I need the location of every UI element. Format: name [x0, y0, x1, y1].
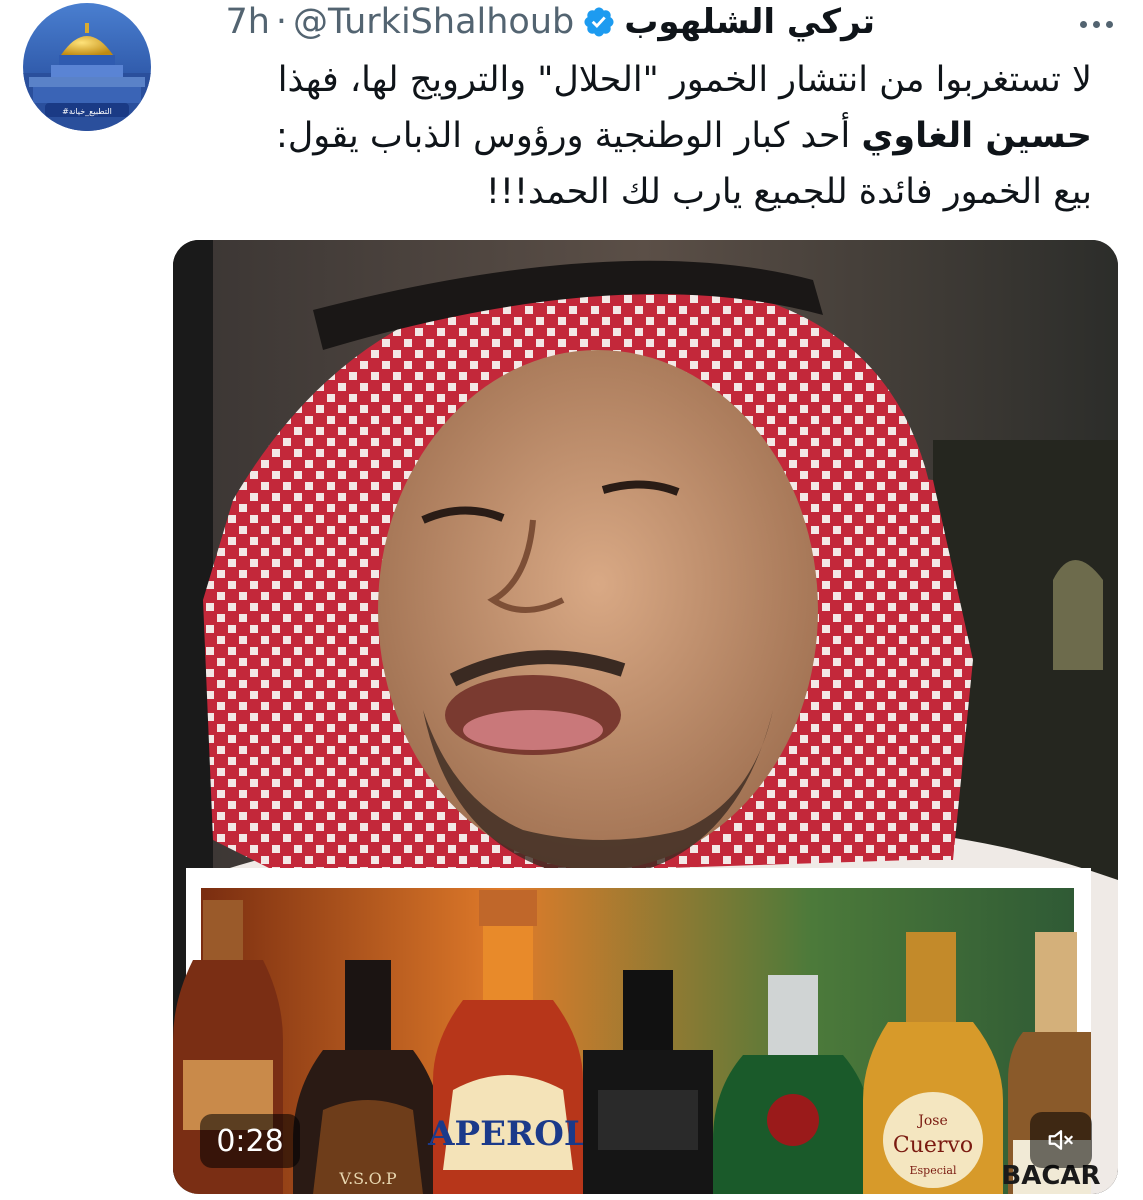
author-display-name[interactable]: تركي الشلهوب: [624, 2, 875, 42]
tweet-text-line-2: حسين الغاوي أحد كبار الوطنجية ورؤوس الذب…: [168, 108, 1092, 164]
bottle-label-cuervo-1: Jose: [916, 1113, 948, 1129]
verified-badge-icon: [582, 5, 616, 39]
avatar-dome-icon: #التطبيع_خيانة: [23, 3, 151, 131]
speaker-muted-icon: [1048, 1130, 1073, 1150]
header-separator: ·: [275, 2, 288, 42]
bottle-label-aperol: APEROL: [427, 1114, 588, 1154]
more-dot: [1092, 20, 1100, 28]
tweet-header: تركي الشلهوب @TurkiShalhoub · 7h: [225, 0, 875, 44]
tweet-video[interactable]: V.S.O.P APEROL Jose Cuervo Especial BACA…: [173, 240, 1118, 1194]
more-dots-icon: [1079, 20, 1087, 28]
more-dot: [1105, 20, 1113, 28]
author-handle[interactable]: @TurkiShalhoub: [293, 2, 574, 42]
video-frame: V.S.O.P APEROL Jose Cuervo Especial BACA…: [173, 240, 1118, 1194]
more-options-button[interactable]: [1072, 8, 1120, 40]
video-duration: 0:28: [200, 1114, 300, 1168]
bottle-label-cuervo-2: Cuervo: [893, 1133, 973, 1158]
bottle-label-vsop: V.S.O.P: [338, 1169, 397, 1188]
tweet-timestamp[interactable]: 7h: [225, 2, 269, 42]
avatar-banner-text: #التطبيع_خيانة: [62, 107, 112, 116]
tweet-text-line-2-rest: أحد كبار الوطنجية ورؤوس الذباب يقول:: [276, 116, 862, 156]
mute-button[interactable]: [1030, 1112, 1092, 1168]
tweet-text: لا تستغربوا من انتشار الخمور "الحلال" وا…: [168, 52, 1092, 220]
tweet-text-line-3: بيع الخمور فائدة للجميع يارب لك الحمد!!!: [485, 172, 1092, 212]
avatar[interactable]: #التطبيع_خيانة: [23, 3, 151, 131]
bottle-label-cuervo-3: Especial: [910, 1164, 957, 1177]
tweet-text-line-1: لا تستغربوا من انتشار الخمور "الحلال" وا…: [277, 60, 1092, 100]
mentioned-name: حسين الغاوي: [861, 116, 1092, 156]
